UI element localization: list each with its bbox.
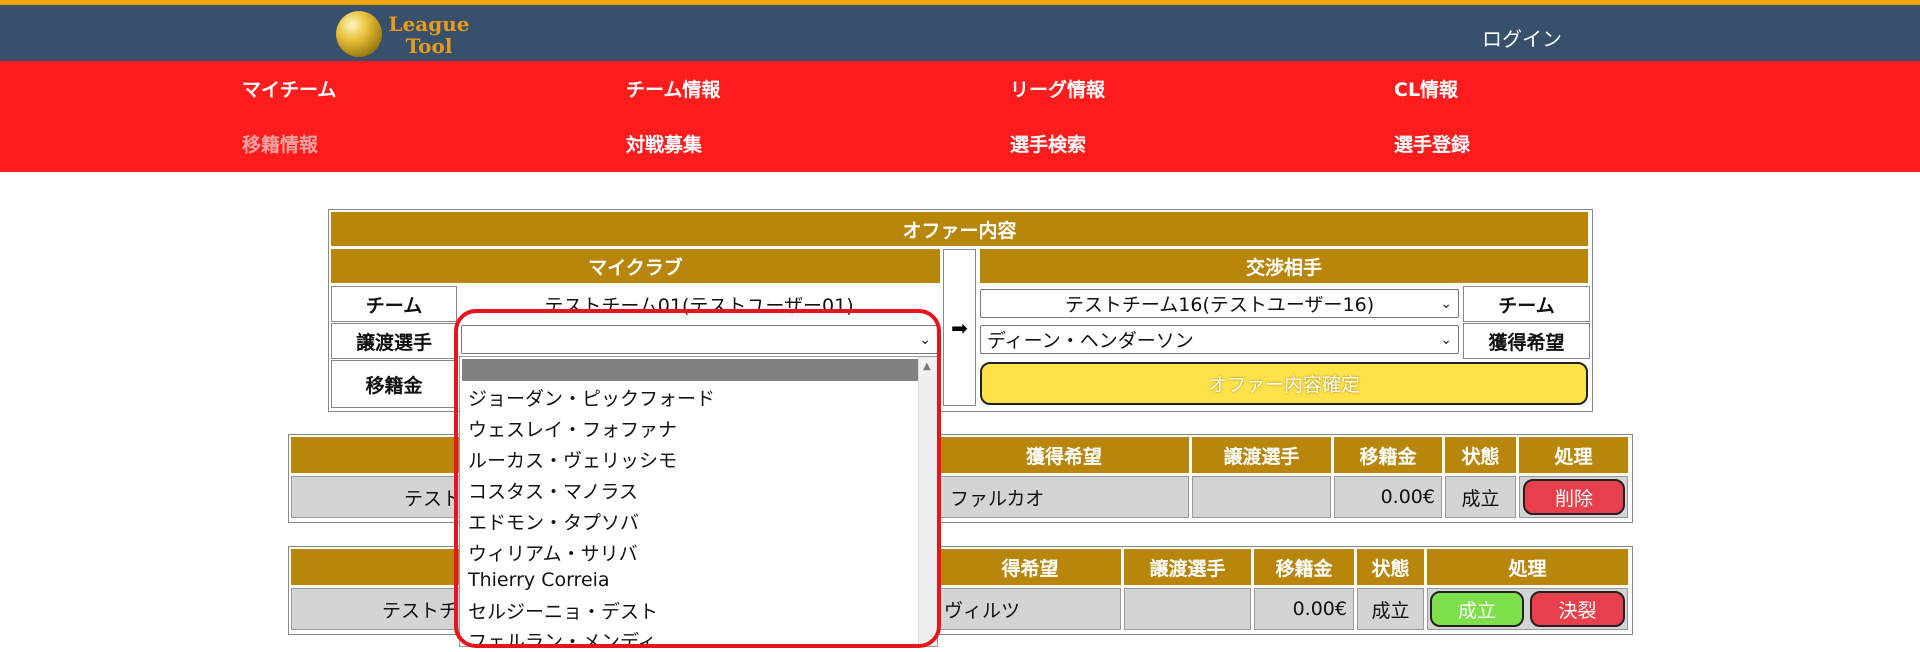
site-header: League Tool ログイン [0, 5, 1920, 61]
chevron-down-icon: ⌄ [1440, 331, 1452, 348]
delete-button[interactable]: 削除 [1523, 479, 1625, 515]
table1-header-status: 状態 [1445, 437, 1516, 473]
acquire-player-select[interactable]: ディーン・ヘンダーソン ⌄ [980, 325, 1459, 354]
opponent-team-label: チーム [1463, 286, 1590, 322]
confirm-offer-button[interactable]: オファー内容確定 [980, 362, 1588, 405]
table2-status-cell: 成立 [1357, 588, 1424, 630]
main-nav: マイチーム チーム情報 リーグ情報 CL情報 移籍情報 対戦募集 選手検索 選手… [0, 61, 1920, 172]
nav-team-info[interactable]: チーム情報 [626, 75, 720, 102]
scroll-up-icon[interactable]: ▲ [923, 361, 931, 372]
dropdown-option[interactable]: ウェスレイ・フォファナ [468, 415, 677, 442]
opponent-header: 交渉相手 [980, 249, 1588, 283]
fee-label: 移籍金 [331, 360, 457, 408]
league-tool-logo[interactable]: League Tool [336, 11, 476, 61]
table2-acquire-cell: ヴィルツ [939, 588, 1121, 630]
table1-header-transfer: 譲渡選手 [1192, 437, 1331, 473]
table1-fee-cell: 0.00€ [1334, 476, 1442, 518]
table2-header-action: 処理 [1427, 549, 1628, 585]
table1-header-fee: 移籍金 [1334, 437, 1442, 473]
chevron-down-icon: ⌄ [919, 331, 931, 348]
transfer-player-label: 譲渡選手 [331, 323, 457, 359]
nav-cl-info[interactable]: CL情報 [1394, 75, 1458, 102]
logo-text: League Tool [388, 12, 470, 58]
dropdown-option[interactable]: エドモン・タプソバ [468, 508, 639, 535]
dropdown-option[interactable]: セルジーニョ・デスト [468, 597, 658, 624]
dropdown-option[interactable]: ルーカス・ヴェリッシモ [468, 446, 677, 473]
ball-icon [336, 11, 382, 57]
nav-player-register[interactable]: 選手登録 [1394, 130, 1470, 157]
nav-my-team[interactable]: マイチーム [242, 75, 336, 102]
dropdown-option[interactable]: フェルラン・メンディ [468, 627, 657, 646]
reject-button[interactable]: 決裂 [1530, 591, 1625, 627]
dropdown-option[interactable]: ジョーダン・ピックフォード [468, 384, 715, 411]
table2-header-status: 状態 [1357, 549, 1424, 585]
table2-transfer-cell [1124, 588, 1251, 630]
acquire-label: 獲得希望 [1463, 323, 1590, 359]
offer-title: オファー内容 [331, 212, 1588, 246]
transfer-player-select[interactable]: ⌄ [461, 325, 938, 354]
chevron-down-icon: ⌄ [1440, 295, 1452, 312]
table2-header-fee: 移籍金 [1254, 549, 1354, 585]
table2-header-transfer: 譲渡選手 [1124, 549, 1251, 585]
table1-header-action: 処理 [1519, 437, 1628, 473]
table1-acquire-cell: ファルカオ [939, 476, 1189, 518]
table2-header-acquire: 得希望 [939, 549, 1121, 585]
transfer-player-dropdown-list[interactable]: ジョーダン・ピックフォード ウェスレイ・フォファナ ルーカス・ヴェリッシモ コス… [459, 356, 938, 647]
dropdown-option[interactable]: コスタス・マノラス [468, 477, 638, 504]
dropdown-option[interactable]: Thierry Correia [468, 569, 610, 591]
login-link[interactable]: ログイン [1482, 23, 1562, 52]
nav-transfer-info[interactable]: 移籍情報 [242, 130, 318, 157]
opponent-team-select[interactable]: テストチーム16(テストユーザー16) ⌄ [980, 289, 1459, 318]
table1-header-acquire: 獲得希望 [939, 437, 1189, 473]
acquire-player-selected: ディーン・ヘンダーソン [987, 330, 1194, 352]
table1-status-cell: 成立 [1445, 476, 1516, 518]
my-team-value: テストチーム01(テストユーザー01) [460, 288, 938, 320]
dropdown-option[interactable]: ウィリアム・サリバ [468, 539, 638, 566]
dropdown-scrollbar[interactable]: ▲ [918, 357, 937, 646]
nav-player-search[interactable]: 選手検索 [1010, 130, 1086, 157]
arrow-right-icon: ➡ [943, 249, 976, 406]
opponent-team-selected: テストチーム16(テストユーザー16) [1064, 294, 1375, 316]
accept-button[interactable]: 成立 [1430, 591, 1524, 627]
dropdown-option-blank[interactable] [462, 359, 919, 381]
nav-league-info[interactable]: リーグ情報 [1010, 75, 1105, 102]
my-club-header: マイクラブ [331, 249, 940, 283]
team-label: チーム [331, 286, 457, 322]
table1-transfer-cell [1192, 476, 1331, 518]
table2-fee-cell: 0.00€ [1254, 588, 1354, 630]
nav-match-recruit[interactable]: 対戦募集 [626, 130, 702, 157]
